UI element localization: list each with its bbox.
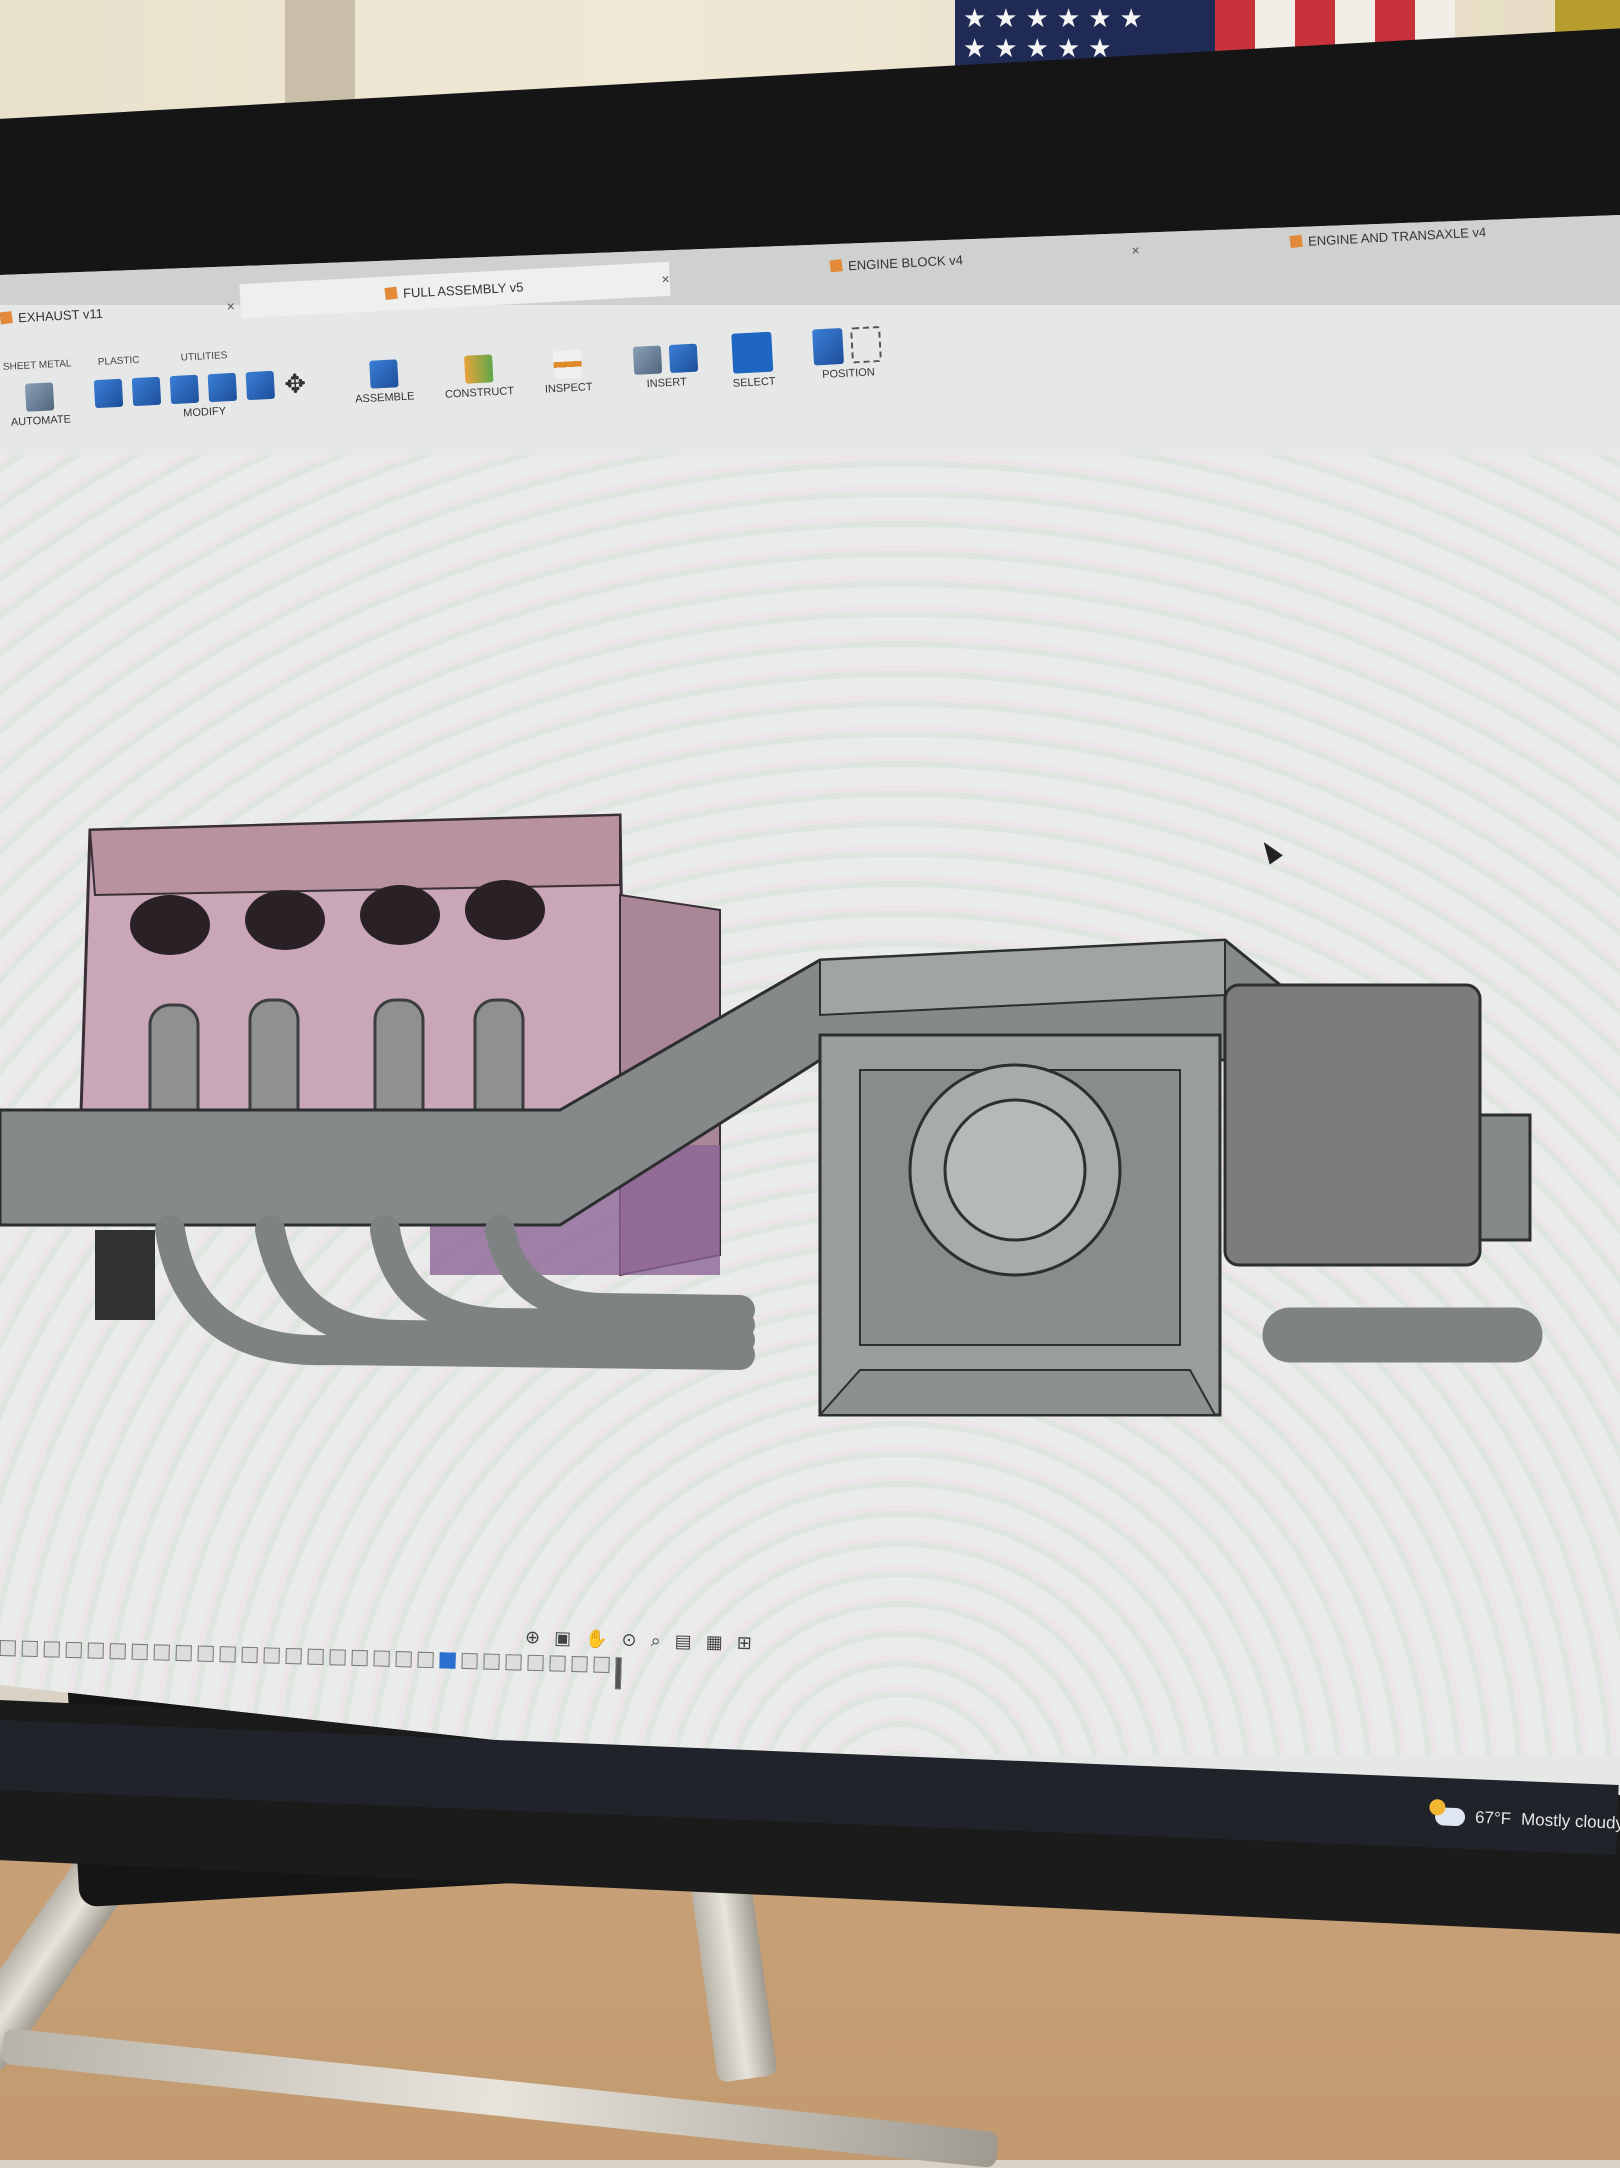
timeline-feature[interactable] xyxy=(593,1656,610,1674)
insert-derive-icon[interactable] xyxy=(632,345,663,375)
timeline-feature[interactable] xyxy=(461,1652,478,1670)
timeline-feature[interactable] xyxy=(21,1640,38,1658)
screen: EXHAUST v11 × FULL ASSEMBLY v5 × ENGINE … xyxy=(0,215,1620,1795)
modify-icons: ✥ xyxy=(93,369,313,409)
select-cursor-icon xyxy=(731,331,774,374)
timeline-feature[interactable] xyxy=(263,1647,280,1664)
timeline-feature[interactable] xyxy=(571,1655,588,1673)
timeline-feature[interactable] xyxy=(0,1640,16,1657)
workspace-tab-sheet-metal[interactable]: SHEET METAL xyxy=(3,358,72,373)
viewports-icon[interactable]: ⊞ xyxy=(736,1633,752,1654)
stand-base xyxy=(0,2027,1000,2168)
pan-icon[interactable]: ✋ xyxy=(585,1629,608,1651)
press-pull-icon[interactable] xyxy=(93,378,124,409)
orbit-icon[interactable]: ⊕ xyxy=(525,1627,541,1648)
timeline-feature-selected[interactable] xyxy=(439,1652,456,1669)
assemble-label: ASSEMBLE xyxy=(354,390,415,406)
timeline-feature[interactable] xyxy=(131,1643,148,1661)
position-menu[interactable]: POSITION xyxy=(812,325,883,382)
move-icon[interactable]: ✥ xyxy=(284,369,313,400)
timeline-feature[interactable] xyxy=(505,1654,522,1671)
weather-cloud-icon xyxy=(1434,1807,1466,1827)
fit-icon[interactable]: ⌕ xyxy=(650,1630,661,1651)
timeline-feature[interactable] xyxy=(417,1651,434,1669)
automate-icon xyxy=(24,382,55,412)
timeline-marker[interactable] xyxy=(614,1657,622,1690)
cylinder-bore xyxy=(130,895,210,955)
shell-icon[interactable] xyxy=(207,372,238,403)
timeline-feature[interactable] xyxy=(153,1644,170,1661)
assemble-menu[interactable]: ASSEMBLE xyxy=(353,358,415,406)
measure-icon xyxy=(552,349,583,380)
insert-canvas-icon[interactable] xyxy=(668,343,699,374)
cylinder-bore xyxy=(245,890,325,950)
construct-menu[interactable]: CONSTRUCT xyxy=(443,353,514,401)
mount-bracket xyxy=(95,1230,155,1320)
timeline-feature[interactable] xyxy=(483,1653,500,1670)
select-label: SELECT xyxy=(732,375,776,390)
insert-menu[interactable]: INSERT xyxy=(632,343,699,391)
timeline-feature[interactable] xyxy=(351,1649,368,1667)
insert-icons xyxy=(632,343,699,375)
grid-settings-icon[interactable]: ▦ xyxy=(705,1632,723,1653)
select-menu[interactable]: SELECT xyxy=(730,331,776,390)
fillet-icon[interactable] xyxy=(131,376,162,407)
workspace-tab-plastic[interactable]: PLASTIC xyxy=(98,355,140,368)
workspace-tab-utilities[interactable]: UTILITIES xyxy=(180,350,227,363)
timeline-feature[interactable] xyxy=(285,1647,302,1665)
timeline-feature[interactable] xyxy=(43,1641,60,1658)
inspect-menu[interactable]: INSPECT xyxy=(543,349,593,396)
timeline-feature[interactable] xyxy=(65,1641,82,1659)
automate-menu[interactable]: AUTOMATE xyxy=(9,381,72,429)
timeline-feature[interactable] xyxy=(219,1646,236,1663)
new-component-icon xyxy=(368,359,399,389)
timeline-feature[interactable] xyxy=(373,1650,390,1667)
plane-icon xyxy=(463,354,493,384)
cylinder-bore xyxy=(360,885,440,945)
position-label: POSITION xyxy=(821,366,876,382)
position-icons xyxy=(812,325,882,366)
weather-temperature: 67°F xyxy=(1474,1807,1512,1829)
weather-condition: Mostly cloudy xyxy=(1520,1809,1620,1833)
timeline-feature[interactable] xyxy=(197,1645,214,1662)
timeline-feature[interactable] xyxy=(175,1644,192,1662)
canvas-viewport[interactable] xyxy=(0,455,1620,1755)
cylinder-bore xyxy=(465,880,545,940)
automate-label: AUTOMATE xyxy=(10,413,72,429)
inspect-label: INSPECT xyxy=(544,381,593,396)
modify-group[interactable]: ✥ MODIFY xyxy=(93,369,314,424)
timeline-feature[interactable] xyxy=(241,1646,258,1664)
timeline-feature[interactable] xyxy=(395,1651,412,1668)
capture-position-icon[interactable] xyxy=(812,327,844,366)
timeline-feature[interactable] xyxy=(329,1649,346,1666)
timeline-feature[interactable] xyxy=(307,1648,324,1666)
insert-label: INSERT xyxy=(646,376,688,391)
look-at-icon[interactable]: ▣ xyxy=(554,1628,572,1649)
zoom-icon[interactable]: ⊙ xyxy=(621,1630,637,1651)
construct-label: CONSTRUCT xyxy=(444,385,515,401)
timeline-feature[interactable] xyxy=(527,1654,544,1672)
modify-label: MODIFY xyxy=(182,405,227,420)
timeline-feature[interactable] xyxy=(549,1655,566,1672)
timeline-feature[interactable] xyxy=(87,1642,104,1659)
engine-model-view xyxy=(0,813,1543,1417)
display-settings-icon[interactable]: ▤ xyxy=(674,1631,692,1652)
chamfer-icon[interactable] xyxy=(169,374,200,405)
timeline-feature[interactable] xyxy=(109,1643,126,1660)
combine-icon[interactable] xyxy=(245,370,276,401)
revert-position-icon[interactable] xyxy=(850,325,882,364)
